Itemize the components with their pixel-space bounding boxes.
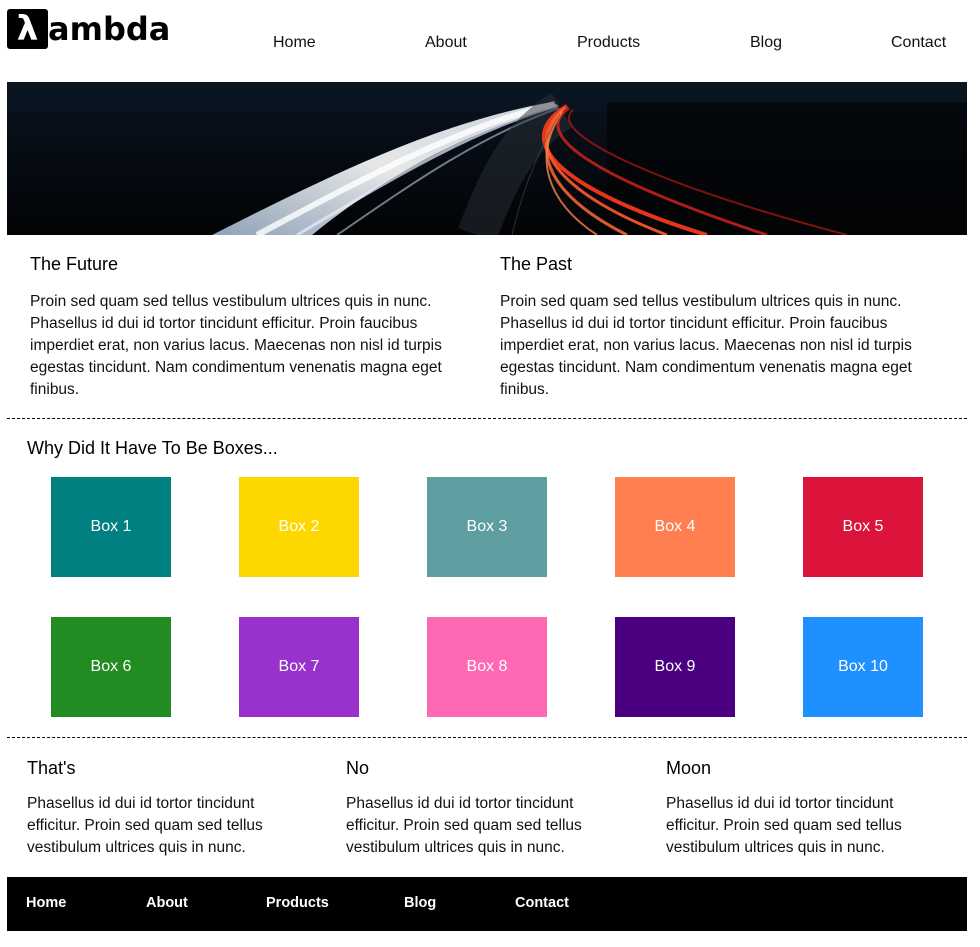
box-1-label: Box 1 bbox=[90, 518, 132, 535]
nav-home-link[interactable]: Home bbox=[273, 34, 316, 52]
box-1: Box 1 bbox=[51, 477, 171, 577]
footer-contact-link[interactable]: Contact bbox=[515, 895, 569, 911]
bottom-col-text: Phasellus id dui id tortor tincidunt eff… bbox=[346, 795, 582, 856]
bottom-col-title: That's bbox=[27, 758, 76, 778]
nav-contact-link[interactable]: Contact bbox=[891, 34, 946, 52]
box-3: Box 3 bbox=[427, 477, 547, 577]
footer-blog-link[interactable]: Blog bbox=[404, 895, 436, 911]
bottom-col-text: Phasellus id dui id tortor tincidunt eff… bbox=[666, 795, 902, 856]
box-10-label: Box 10 bbox=[838, 658, 888, 675]
box-6-label: Box 6 bbox=[90, 658, 132, 675]
box-7-label: Box 7 bbox=[278, 658, 320, 675]
box-9-label: Box 9 bbox=[654, 658, 696, 675]
main-nav: Home About Products Blog Contact bbox=[7, 34, 967, 54]
box-4: Box 4 bbox=[615, 477, 735, 577]
footer-products-link[interactable]: Products bbox=[266, 895, 329, 911]
section-divider bbox=[7, 737, 967, 738]
box-2: Box 2 bbox=[239, 477, 359, 577]
site-footer: Home About Products Blog Contact bbox=[7, 877, 967, 931]
hero-image bbox=[7, 82, 967, 235]
box-4-label: Box 4 bbox=[654, 518, 696, 535]
intro-past-text: Proin sed quam sed tellus vestibulum ult… bbox=[500, 293, 912, 398]
bottom-col-title: Moon bbox=[666, 758, 712, 778]
nav-about-link[interactable]: About bbox=[425, 34, 467, 52]
bottom-col-moon: Moon Phasellus id dui id tortor tincidun… bbox=[666, 758, 946, 859]
box-3-label: Box 3 bbox=[466, 518, 508, 535]
intro-past: The Past Proin sed quam sed tellus vesti… bbox=[500, 254, 940, 401]
site-header: λ ambda Home About Products Blog Contact bbox=[7, 0, 967, 82]
footer-home-link[interactable]: Home bbox=[26, 895, 66, 911]
intro-past-title: The Past bbox=[500, 254, 573, 274]
intro-columns: The Future Proin sed quam sed tellus ves… bbox=[30, 254, 940, 401]
box-8: Box 8 bbox=[427, 617, 547, 717]
box-10: Box 10 bbox=[803, 617, 923, 717]
box-2-label: Box 2 bbox=[278, 518, 320, 535]
intro-future: The Future Proin sed quam sed tellus ves… bbox=[30, 254, 470, 401]
footer-about-link[interactable]: About bbox=[146, 895, 188, 911]
box-7: Box 7 bbox=[239, 617, 359, 717]
bottom-col-no: No Phasellus id dui id tortor tincidunt … bbox=[346, 758, 626, 859]
box-5: Box 5 bbox=[803, 477, 923, 577]
bottom-col-text: Phasellus id dui id tortor tincidunt eff… bbox=[27, 795, 263, 856]
nav-products-link[interactable]: Products bbox=[577, 34, 640, 52]
highway-light-trails-image bbox=[7, 82, 967, 235]
box-9: Box 9 bbox=[615, 617, 735, 717]
intro-future-title: The Future bbox=[30, 254, 119, 274]
box-5-label: Box 5 bbox=[842, 518, 884, 535]
intro-future-text: Proin sed quam sed tellus vestibulum ult… bbox=[30, 293, 442, 398]
nav-blog-link[interactable]: Blog bbox=[750, 34, 782, 52]
bottom-col-thats: That's Phasellus id dui id tortor tincid… bbox=[27, 758, 307, 859]
bottom-col-title: No bbox=[346, 758, 370, 778]
box-6: Box 6 bbox=[51, 617, 171, 717]
section-divider bbox=[7, 418, 967, 419]
boxes-section-title: Why Did It Have To Be Boxes... bbox=[27, 438, 278, 458]
box-8-label: Box 8 bbox=[466, 658, 508, 675]
